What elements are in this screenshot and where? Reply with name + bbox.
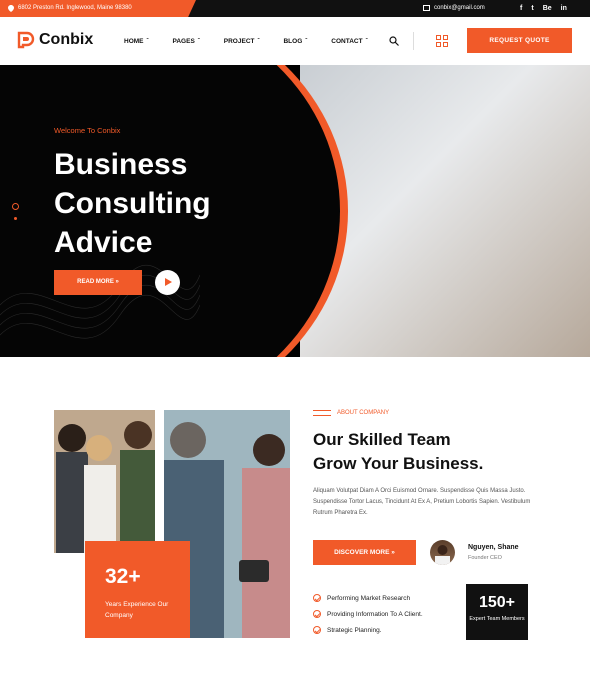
- team-number: 150+: [478, 594, 516, 611]
- about-team-image: [54, 410, 155, 553]
- address-text: 6802 Preston Rd. Inglewood, Maine 98380: [18, 5, 132, 11]
- slider-dot[interactable]: [14, 217, 17, 220]
- menu-item-contact[interactable]: CONTACT ˇ: [331, 38, 367, 45]
- tag-lines-icon: [313, 410, 331, 416]
- chevron-down-icon: ˇ: [365, 38, 368, 45]
- grid-menu-icon[interactable]: [436, 35, 448, 47]
- check-circle-icon: [313, 610, 321, 618]
- divider: [413, 32, 414, 50]
- menu-item-pages[interactable]: PAGES ˇ: [173, 38, 200, 45]
- founder-role: Founder CEO: [468, 555, 502, 561]
- team-photo-graphic: [54, 410, 155, 553]
- list-item: Strategic Planning.: [313, 622, 423, 638]
- discover-more-button[interactable]: DISCOVER MORE »: [313, 540, 416, 565]
- address-bar: 6802 Preston Rd. Inglewood, Maine 98380: [0, 0, 196, 17]
- chevron-down-icon: ˇ: [146, 38, 149, 45]
- check-circle-icon: [313, 594, 321, 602]
- instagram-icon[interactable]: in: [561, 5, 567, 12]
- about-title: Our Skilled Team Grow Your Business.: [313, 430, 484, 473]
- menu-item-home[interactable]: HOME ˇ: [124, 38, 149, 45]
- hero-subtitle: Welcome To Conbix: [54, 126, 121, 135]
- list-item: Providing Information To A Client.: [313, 606, 423, 622]
- hero-section: Welcome To Conbix Business Consulting Ad…: [0, 65, 590, 357]
- map-pin-icon: [8, 5, 14, 12]
- request-quote-button[interactable]: REQUEST QUOTE: [467, 28, 572, 53]
- main-navigation: Conbix HOME ˇ PAGES ˇ PROJECT ˇ BLOG ˇ CONTA…: [0, 17, 590, 65]
- experience-card: 32+ Years Experience Our Company: [85, 541, 190, 638]
- menu-item-blog[interactable]: BLOG ˇ: [283, 38, 307, 45]
- slider-dot-active[interactable]: [12, 203, 19, 210]
- menu: HOME ˇ PAGES ˇ PROJECT ˇ BLOG ˇ CONTACT ˇ: [124, 17, 392, 65]
- email-link[interactable]: conbix@gmail.com: [434, 0, 485, 17]
- list-item: Performing Market Research: [313, 590, 423, 606]
- experience-label: Years Experience Our Company: [105, 601, 169, 619]
- avatar: [430, 540, 455, 565]
- founder-name: Nguyen, Shane: [468, 544, 519, 551]
- read-more-button[interactable]: READ MORE »: [54, 270, 142, 295]
- chevron-down-icon: ˇ: [257, 38, 260, 45]
- about-description: Aliquam Volutpat Diam A Orci Euismod Orn…: [313, 488, 531, 516]
- search-icon[interactable]: [389, 36, 399, 46]
- logo-mark-icon: [17, 31, 35, 49]
- hero-title: Business Consulting Advice: [54, 148, 211, 259]
- section-tag-text: ABOUT COMPANY: [337, 410, 390, 416]
- social-links: f t Be in: [520, 0, 567, 17]
- logo[interactable]: Conbix: [17, 31, 93, 49]
- chevron-down-icon: ˇ: [305, 38, 308, 45]
- experience-number: 32+: [105, 565, 141, 588]
- twitter-icon[interactable]: t: [531, 5, 533, 12]
- play-video-button[interactable]: [155, 270, 180, 295]
- top-bar: 6802 Preston Rd. Inglewood, Maine 98380 …: [0, 0, 590, 17]
- menu-item-project[interactable]: PROJECT ˇ: [224, 38, 260, 45]
- feature-list: Performing Market Research Providing Inf…: [313, 590, 423, 638]
- check-circle-icon: [313, 626, 321, 634]
- brand-name: Conbix: [39, 31, 94, 48]
- section-tag: ABOUT COMPANY: [313, 410, 389, 416]
- chevron-down-icon: ˇ: [197, 38, 200, 45]
- team-count-card: 150+ Expert Team Members: [466, 584, 528, 640]
- team-label: Expert Team Members: [469, 616, 525, 622]
- mail-icon: [423, 5, 430, 11]
- facebook-icon[interactable]: f: [520, 5, 522, 12]
- behance-icon[interactable]: Be: [543, 5, 552, 12]
